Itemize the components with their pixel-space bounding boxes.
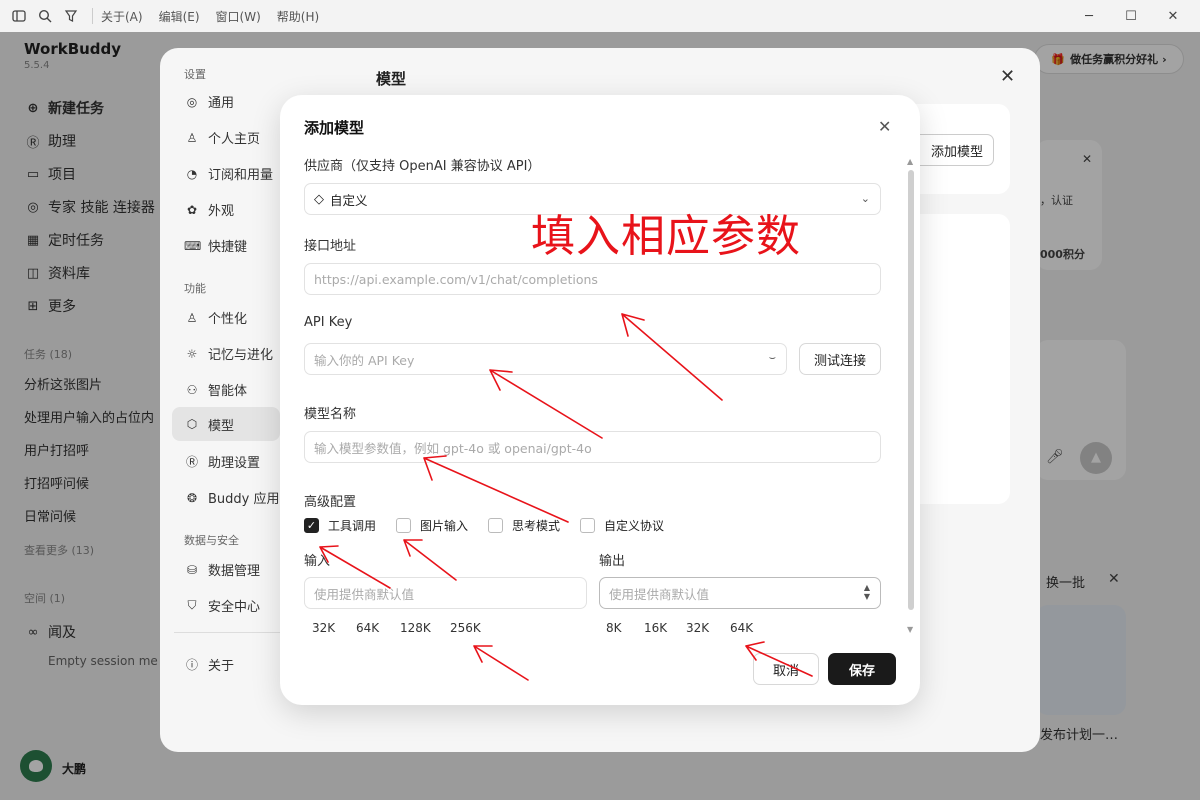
sparkle-user-icon: ♙ xyxy=(186,310,198,325)
cancel-button[interactable]: 取消 xyxy=(753,653,819,685)
save-button[interactable]: 保存 xyxy=(828,653,896,685)
settings-group-label: 功能 xyxy=(184,282,206,295)
cube-icon: ⬡ xyxy=(186,417,198,431)
menu-about[interactable]: 关于(A) xyxy=(101,8,143,25)
add-model-modal: 添加模型 ✕ 供应商（仅支持 OpenAI 兼容协议 API） ◇ 自定义 ⌄ … xyxy=(280,95,920,705)
shield-icon: ⛉ xyxy=(187,598,197,612)
input-label: 输入 xyxy=(304,554,331,569)
apikey-input[interactable]: 输入你的 API Key ⌣ xyxy=(304,343,787,375)
divider xyxy=(174,632,280,633)
menu-edit[interactable]: 编辑(E) xyxy=(159,8,200,25)
scroll-down-icon[interactable]: ▼ xyxy=(907,625,913,634)
diamond-icon: ◇ xyxy=(314,191,324,207)
test-connection-button[interactable]: 测试连接 xyxy=(799,343,881,375)
settings-group-label: 数据与安全 xyxy=(184,534,239,547)
option-image-input[interactable]: 图片输入 xyxy=(396,517,468,534)
add-model-button-bg[interactable]: 添加模型 xyxy=(912,134,994,166)
settings-item-data[interactable]: ⛁ 数据管理 xyxy=(184,560,260,580)
advanced-label: 高级配置 xyxy=(304,495,357,510)
input-preset-chip[interactable]: 128K xyxy=(400,621,431,635)
chevron-down-icon: ⌄ xyxy=(860,192,870,205)
assistant-icon: Ⓡ xyxy=(185,455,198,469)
close-window-icon[interactable]: ✕ xyxy=(1150,0,1196,32)
robot-icon: ⚇ xyxy=(186,382,198,397)
sidebar-toggle-icon[interactable] xyxy=(6,0,32,32)
settings-item-memory[interactable]: ☼ 记忆与进化 xyxy=(184,344,273,364)
settings-group-label: 设置 xyxy=(184,68,206,81)
settings-item-model[interactable]: ⬡ 模型 xyxy=(172,407,280,441)
option-custom-protocol[interactable]: 自定义协议 xyxy=(580,517,664,534)
minimize-icon[interactable]: ─ xyxy=(1066,0,1112,32)
apps-icon: ❂ xyxy=(186,490,198,505)
model-name-label: 模型名称 xyxy=(304,407,357,422)
search-icon[interactable] xyxy=(32,0,58,32)
output-preset-chip[interactable]: 16K xyxy=(644,621,667,635)
settings-item-general[interactable]: ◎ 通用 xyxy=(184,92,234,112)
apikey-placeholder: 输入你的 API Key xyxy=(314,352,415,368)
input-preset-chip[interactable]: 256K xyxy=(450,621,481,635)
menu-window[interactable]: 窗口(W) xyxy=(216,8,261,25)
endpoint-input[interactable]: https://api.example.com/v1/chat/completi… xyxy=(304,263,881,295)
output-preset-chip[interactable]: 32K xyxy=(686,621,709,635)
apikey-label: API Key xyxy=(304,315,353,330)
modal-title: 添加模型 xyxy=(304,119,365,137)
provider-label: 供应商（仅支持 OpenAI 兼容协议 API） xyxy=(304,159,541,174)
settings-item-security[interactable]: ⛉ 安全中心 xyxy=(184,596,260,615)
input-tokens-field[interactable]: 使用提供商默认值 xyxy=(304,577,587,609)
checkbox-icon[interactable] xyxy=(396,518,411,533)
checkbox-icon[interactable] xyxy=(488,518,503,533)
user-icon: ♙ xyxy=(186,130,198,145)
option-thinking[interactable]: 思考模式 xyxy=(488,517,560,534)
model-name-input[interactable]: 输入模型参数值，例如 gpt-4o 或 openai/gpt-4o xyxy=(304,431,881,463)
settings-item-profile[interactable]: ♙ 个人主页 xyxy=(184,128,260,148)
option-tool-calling[interactable]: ✓ 工具调用 xyxy=(304,517,376,534)
input-preset-chip[interactable]: 64K xyxy=(356,621,379,635)
settings-item-buddy-apps[interactable]: ❂ Buddy 应用 xyxy=(184,488,280,508)
spinner-icon[interactable]: ▲ ▼ xyxy=(864,583,870,601)
filter-icon[interactable] xyxy=(58,0,84,32)
settings-item-personalize[interactable]: ♙ 个性化 xyxy=(184,308,247,328)
settings-item-subscription[interactable]: ◔ 订阅和用量 xyxy=(184,164,273,184)
title-bar: 关于(A) 编辑(E) 窗口(W) 帮助(H) ─ ☐ ✕ xyxy=(0,0,1200,32)
scroll-up-icon[interactable]: ▲ xyxy=(907,157,913,166)
endpoint-label: 接口地址 xyxy=(304,239,357,254)
close-icon[interactable]: ✕ xyxy=(1000,66,1015,87)
output-label: 输出 xyxy=(599,554,626,569)
settings-item-appearance[interactable]: ✿ 外观 xyxy=(184,200,234,220)
provider-value: 自定义 xyxy=(330,192,368,208)
lightbulb-icon: ☼ xyxy=(186,346,198,361)
eye-closed-icon[interactable]: ⌣ xyxy=(769,351,776,365)
input-preset-chip[interactable]: 32K xyxy=(312,621,335,635)
checkbox-checked-icon[interactable]: ✓ xyxy=(304,518,319,533)
maximize-icon[interactable]: ☐ xyxy=(1108,0,1154,32)
scrollbar-thumb[interactable] xyxy=(908,170,914,610)
pie-icon: ◔ xyxy=(186,166,198,181)
gear-icon: ◎ xyxy=(186,94,198,109)
output-preset-chip[interactable]: 64K xyxy=(730,621,753,635)
database-icon: ⛁ xyxy=(186,562,198,577)
checkbox-icon[interactable] xyxy=(580,518,595,533)
output-tokens-field[interactable]: 使用提供商默认值 ▲ ▼ xyxy=(599,577,881,609)
settings-item-assistant[interactable]: Ⓡ 助理设置 xyxy=(184,452,260,471)
settings-item-agents[interactable]: ⚇ 智能体 xyxy=(184,380,247,400)
palette-icon: ✿ xyxy=(186,202,198,217)
toolbar-divider xyxy=(92,8,93,24)
settings-item-shortcuts[interactable]: ⌨ 快捷键 xyxy=(184,236,247,256)
info-icon: ⓘ xyxy=(185,658,198,672)
close-icon[interactable]: ✕ xyxy=(878,117,891,136)
page-title: 模型 xyxy=(376,70,407,88)
output-preset-chip[interactable]: 8K xyxy=(606,621,622,635)
settings-nav: 设置 ◎ 通用 ♙ 个人主页 ◔ 订阅和用量 ✿ 外观 ⌨ 快捷键 功能 ♙ 个性化 ☼ 记忆… xyxy=(160,48,280,752)
annotation-text: 填入相应参数 xyxy=(531,211,801,262)
keyboard-icon: ⌨ xyxy=(184,238,202,253)
settings-item-about[interactable]: ⓘ 关于 xyxy=(184,655,234,674)
menu-help[interactable]: 帮助(H) xyxy=(277,8,319,25)
